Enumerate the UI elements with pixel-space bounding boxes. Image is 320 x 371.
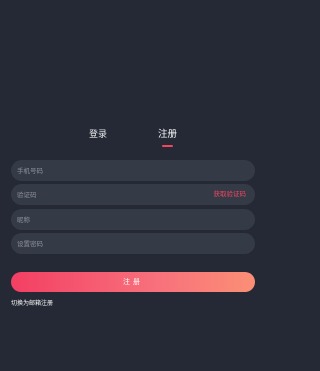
tab-login[interactable]: 登录 xyxy=(89,128,107,142)
password-field[interactable] xyxy=(11,233,255,254)
register-button[interactable]: 注册 xyxy=(11,272,255,292)
active-tab-indicator xyxy=(162,145,173,147)
phone-input[interactable] xyxy=(11,160,255,181)
phone-field[interactable] xyxy=(11,160,255,181)
nickname-field[interactable] xyxy=(11,209,255,230)
password-input[interactable] xyxy=(11,233,255,254)
get-code-button[interactable]: 获取验证码 xyxy=(214,184,247,205)
verification-code-field[interactable]: 获取验证码 xyxy=(11,184,255,205)
switch-to-email-link[interactable]: 切换为邮箱注册 xyxy=(11,299,53,308)
auth-tabs: 登录 注册 xyxy=(0,128,270,150)
nickname-input[interactable] xyxy=(11,209,255,230)
tab-register[interactable]: 注册 xyxy=(158,128,177,142)
